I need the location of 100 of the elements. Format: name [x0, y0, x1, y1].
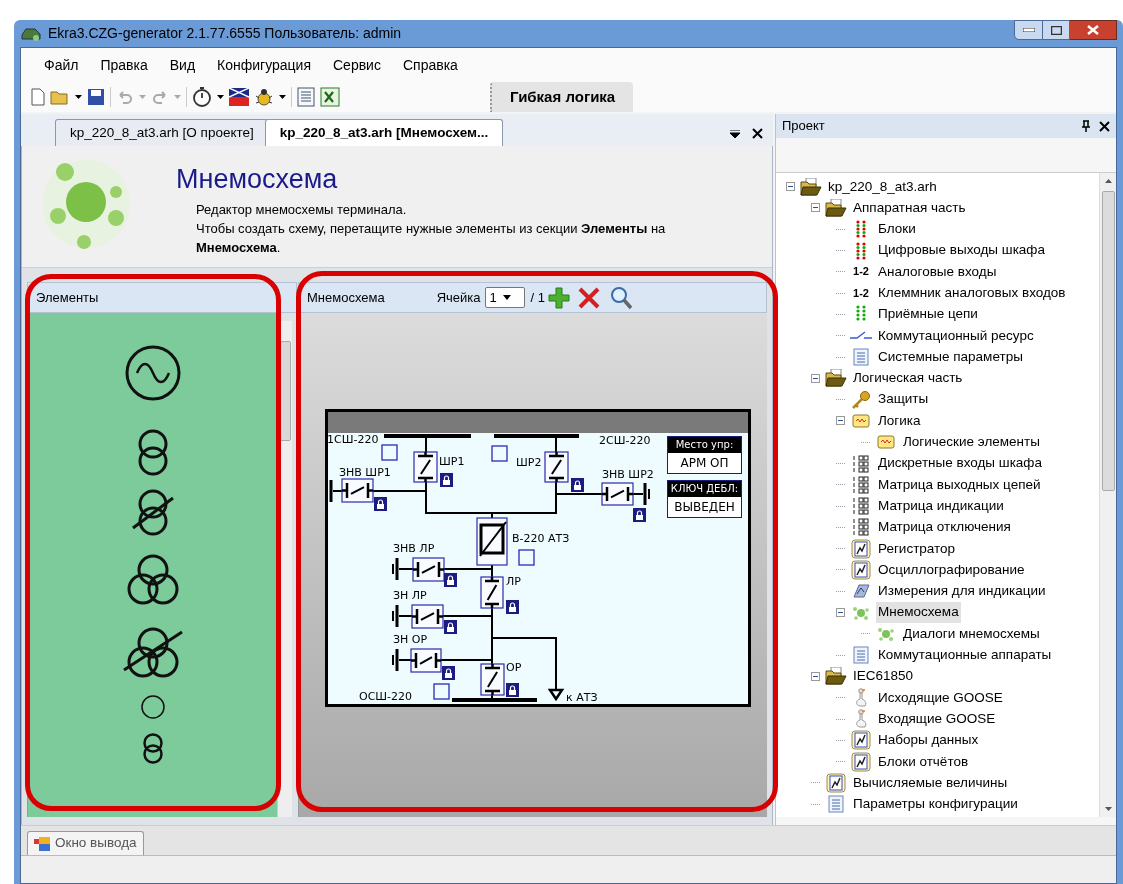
- search-icon[interactable]: [609, 285, 633, 310]
- caret-icon[interactable]: [279, 95, 286, 99]
- menu-item[interactable]: Правка: [89, 54, 159, 76]
- collapse-icon[interactable]: [811, 203, 820, 213]
- menu-item[interactable]: Файл: [33, 54, 90, 76]
- panel-title: Проект: [782, 117, 825, 136]
- delete-icon[interactable]: [577, 285, 601, 310]
- description-text: Чтобы создать схему, перетащите нужные элементы из секции Элементы на Мнемосхема.: [196, 220, 667, 257]
- diagram-label: ЗН ОР: [393, 633, 428, 646]
- flag-icon[interactable]: [229, 88, 249, 106]
- numbers-icon: 1-2: [853, 287, 869, 299]
- plus-icon[interactable]: [547, 285, 571, 310]
- menu-item[interactable]: Сервис: [322, 54, 392, 76]
- close-button[interactable]: [1070, 20, 1117, 40]
- pin-icon[interactable]: [1081, 120, 1091, 132]
- folder-icon: [825, 198, 847, 217]
- open-folder-icon[interactable]: [50, 89, 70, 105]
- circle-symbol[interactable]: [139, 694, 166, 720]
- collapse-icon[interactable]: [811, 671, 820, 681]
- diagram-label: 1СШ-220: [327, 433, 379, 446]
- tree-item[interactable]: Входящие GOOSE: [876, 708, 998, 730]
- tree-item[interactable]: Системные параметры: [876, 346, 1025, 368]
- page-title: Мнемосхема: [176, 163, 339, 196]
- description-text: Редактор мнемосхемы терминала.: [196, 201, 408, 219]
- dropdown-icon[interactable]: [730, 129, 740, 138]
- diagram-label: ЗН ЛР: [393, 589, 427, 602]
- diagram-label: ЗНВ ШР1: [339, 466, 391, 479]
- tree-item[interactable]: Матрица отключения: [876, 517, 1013, 538]
- maximize-button[interactable]: [1043, 20, 1070, 40]
- caret-icon[interactable]: [75, 95, 82, 99]
- menu-item[interactable]: Вид: [158, 54, 207, 76]
- tree-item[interactable]: Мнемосхема: [876, 602, 961, 623]
- folder-icon: [825, 369, 847, 388]
- collapse-icon[interactable]: [786, 182, 795, 192]
- document-tab[interactable]: kp_220_8_at3.arh [Мнемосхем...: [264, 119, 504, 146]
- tree-item[interactable]: Диалоги мнемосхемы: [901, 623, 1042, 644]
- tree-item[interactable]: IEC61850: [851, 666, 916, 687]
- matrix-icon: [852, 475, 870, 494]
- stopwatch-icon[interactable]: [192, 87, 212, 107]
- tree-item[interactable]: Клеммник аналоговых входов: [876, 283, 1068, 304]
- gauge-icon: [851, 582, 871, 601]
- tree-item[interactable]: Дискретные входы шкафа: [876, 453, 1044, 474]
- cell-select[interactable]: 1: [484, 287, 525, 308]
- tree-item[interactable]: kp_220_8_at3.arh: [826, 176, 939, 197]
- collapse-icon[interactable]: [836, 416, 845, 426]
- tree-item[interactable]: Логическая часть: [851, 368, 965, 389]
- menu-item[interactable]: Справка: [391, 54, 469, 76]
- cell-total: / 1: [530, 288, 545, 307]
- tree-item[interactable]: Коммутационный ресурс: [876, 325, 1036, 346]
- collapse-icon[interactable]: [811, 373, 820, 383]
- tree-item[interactable]: Матрица выходных цепей: [876, 474, 1043, 495]
- tree-item[interactable]: Регистратор: [876, 538, 958, 559]
- scrollbar[interactable]: [1099, 173, 1116, 817]
- tree-item[interactable]: Аналоговые входы: [876, 261, 999, 282]
- close-icon[interactable]: [752, 128, 763, 139]
- caret-icon: [1104, 807, 1112, 811]
- folder-icon: [825, 667, 847, 686]
- minimize-button[interactable]: [1014, 20, 1043, 40]
- tree-item[interactable]: Вычисляемые величины: [851, 772, 1010, 794]
- new-document-icon[interactable]: [31, 88, 45, 106]
- chart-document-icon: [851, 730, 871, 751]
- tree-item[interactable]: Цифровые выходы шкафа: [876, 240, 1047, 261]
- collapse-icon[interactable]: [836, 608, 845, 618]
- tree-item[interactable]: Коммутационные аппараты: [876, 645, 1054, 666]
- logic-block-icon: [877, 435, 895, 450]
- diagram-label: ОР: [506, 661, 522, 674]
- menu-item[interactable]: Конфигурация: [206, 54, 322, 76]
- flexible-logic-button[interactable]: Гибкая логика: [490, 82, 634, 112]
- tree-item[interactable]: Осциллографирование: [876, 559, 1027, 581]
- tree-item[interactable]: Приёмные цепи: [876, 304, 980, 325]
- status-title: Место упр:: [668, 437, 741, 453]
- tree-item[interactable]: Блоки: [876, 219, 918, 240]
- diagram-label: ЗНВ ШР2: [602, 468, 654, 481]
- logic-block-icon: [852, 413, 870, 428]
- tree-item[interactable]: Защиты: [876, 389, 931, 410]
- key-icon: [851, 390, 871, 409]
- tree-item[interactable]: Аппаратная часть: [851, 197, 968, 219]
- tree-item[interactable]: Наборы данных: [876, 730, 981, 751]
- diagram-label: ШР2: [516, 456, 542, 469]
- chart-document-icon: [851, 538, 871, 559]
- led-grid-icon: [855, 241, 867, 260]
- caret-icon: [502, 295, 511, 300]
- tree-item[interactable]: Измерения для индикации: [876, 581, 1048, 602]
- tree-item[interactable]: Логика: [876, 410, 923, 432]
- close-icon[interactable]: [1099, 120, 1110, 132]
- tree-item[interactable]: Параметры конфигурации: [851, 794, 1020, 815]
- tree-item[interactable]: Исходящие GOOSE: [876, 687, 1005, 708]
- tree-item[interactable]: Логические элементы: [901, 432, 1042, 453]
- caret-icon[interactable]: [217, 95, 224, 99]
- bug-icon[interactable]: [254, 88, 274, 106]
- chart-document-icon: [851, 560, 871, 580]
- diagram-label: 2СШ-220: [599, 434, 651, 447]
- save-icon[interactable]: [87, 88, 105, 106]
- goose-icon: [854, 687, 868, 708]
- tree-item[interactable]: Матрица индикации: [876, 495, 1006, 517]
- spreadsheet-icon[interactable]: [320, 87, 340, 107]
- tree-item[interactable]: Блоки отчётов: [876, 751, 971, 772]
- diagram-label: В-220 АТЗ: [512, 532, 570, 545]
- output-window-tab[interactable]: Окно вывода: [27, 831, 144, 855]
- caret-icon: [1104, 179, 1112, 183]
